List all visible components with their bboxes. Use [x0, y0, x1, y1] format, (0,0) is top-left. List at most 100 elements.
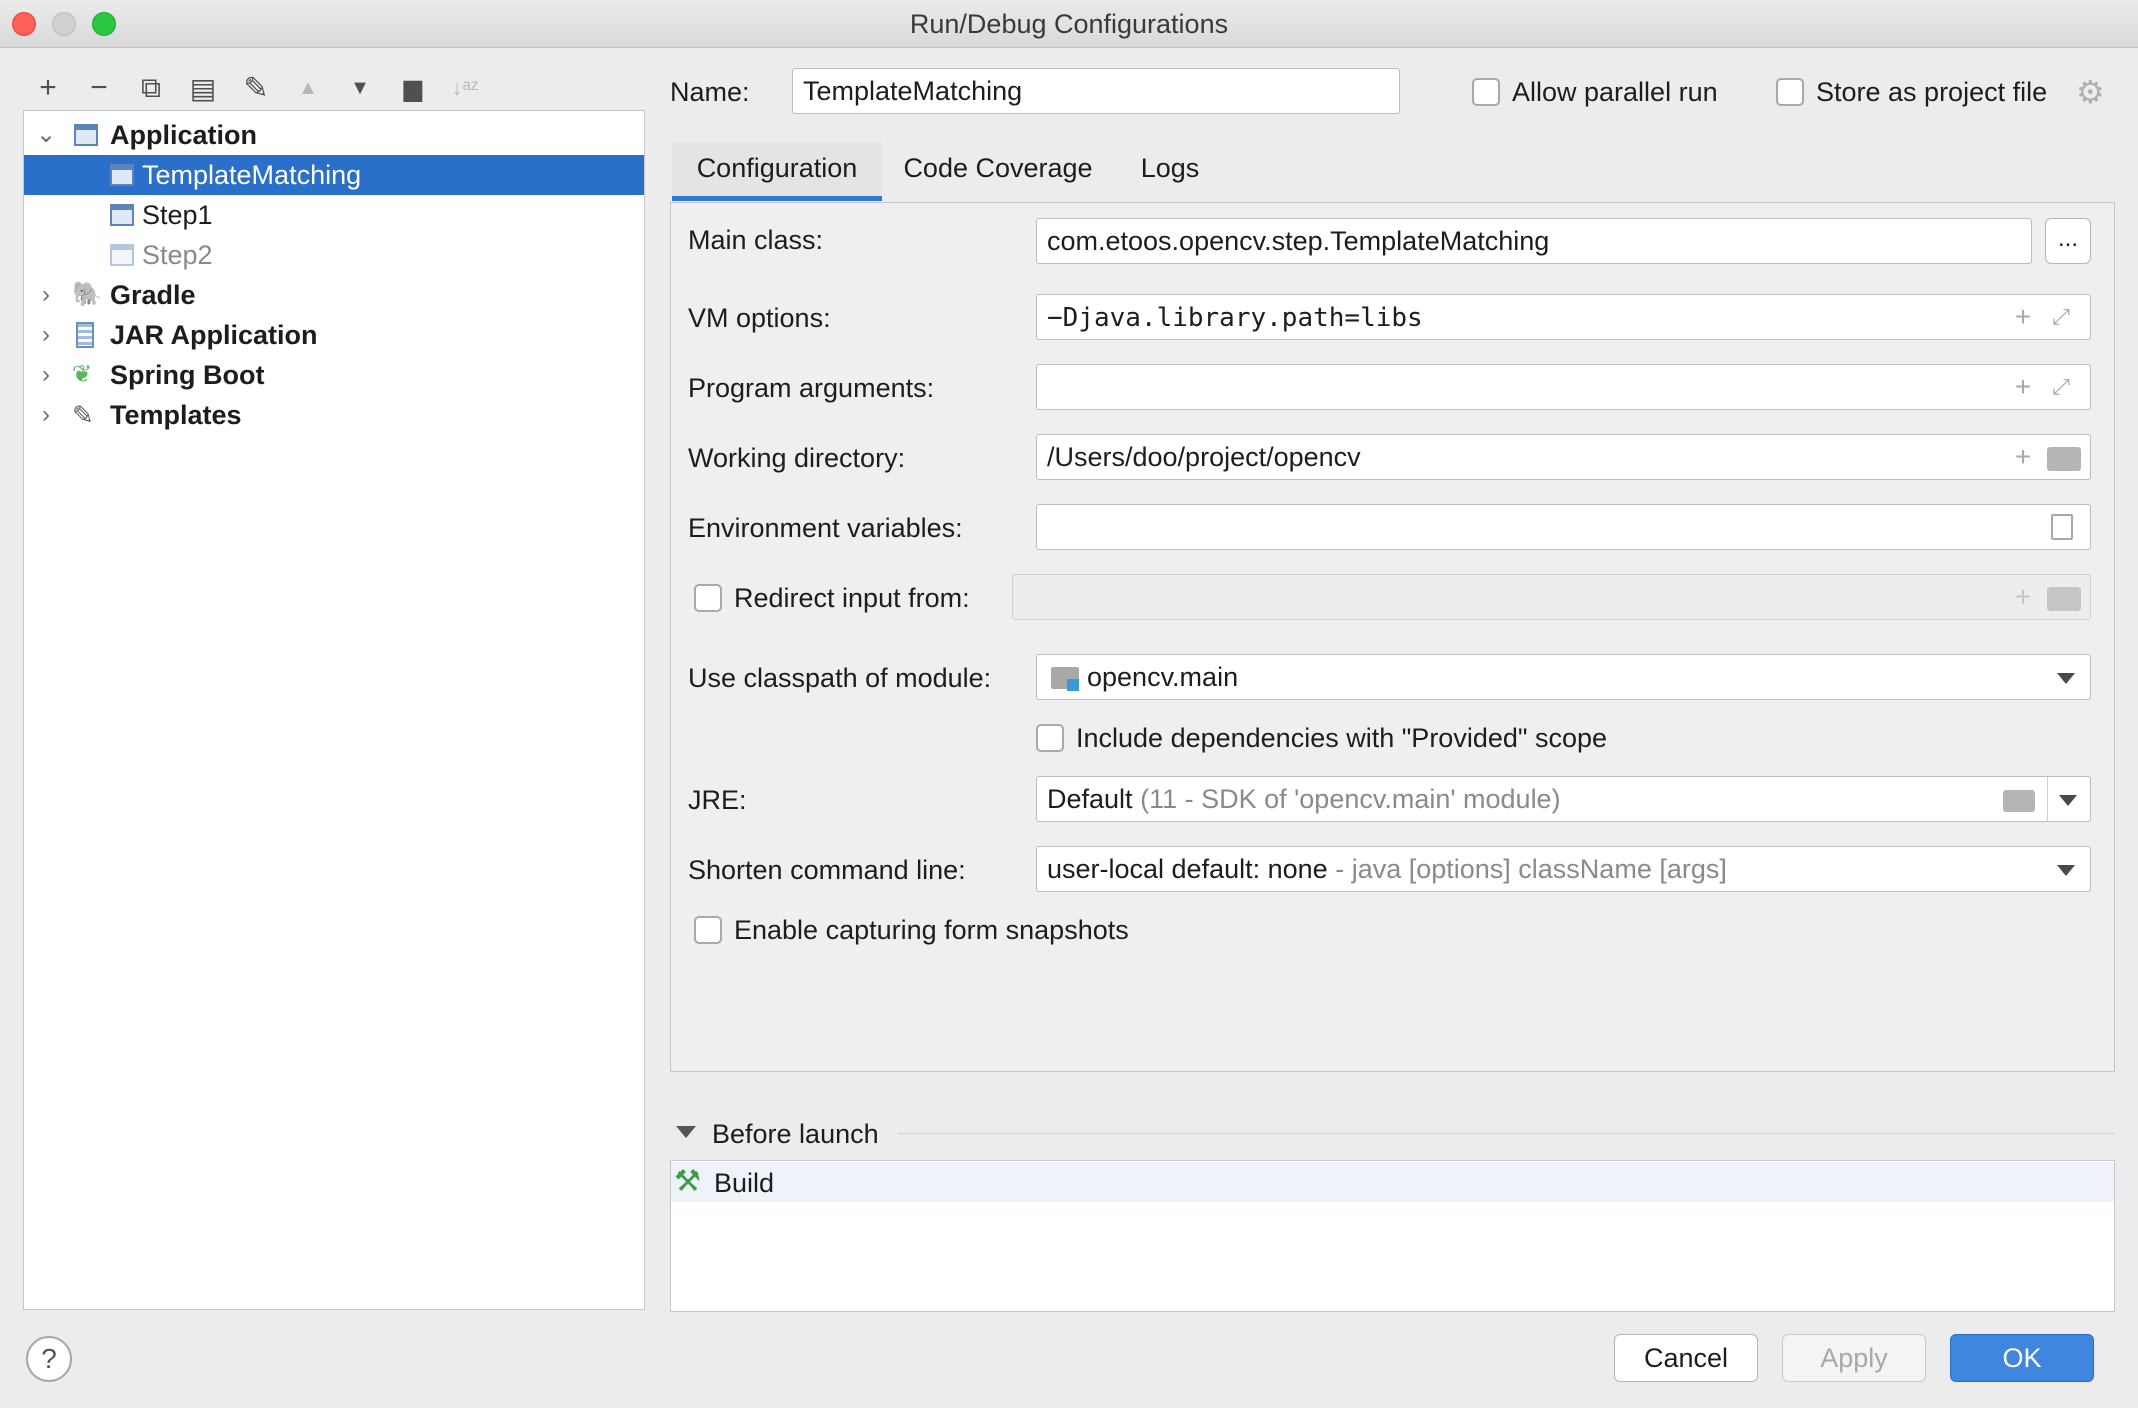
- tree-label: Gradle: [110, 280, 196, 310]
- program-arguments-field[interactable]: + ⤢: [1036, 364, 2091, 410]
- tab-code-coverage[interactable]: Code Coverage: [890, 142, 1106, 200]
- plus-icon[interactable]: +: [2009, 303, 2037, 331]
- wrench-icon: ✎: [72, 400, 94, 430]
- apply-button[interactable]: Apply: [1782, 1334, 1926, 1382]
- vm-options-field[interactable]: −Djava.library.path=libs + ⤢: [1036, 294, 2091, 340]
- tree-node-templates[interactable]: › ✎ Templates: [24, 395, 644, 435]
- main-class-label: Main class:: [688, 225, 824, 255]
- main-class-input[interactable]: com.etoos.opencv.step.TemplateMatching: [1036, 218, 2032, 264]
- tree-node-step2[interactable]: Step2: [24, 235, 644, 275]
- application-icon: [110, 244, 134, 266]
- chevron-right-icon[interactable]: ›: [34, 395, 58, 435]
- sort-icon[interactable]: ↓ᵃᶻ: [445, 68, 485, 108]
- plus-icon[interactable]: +: [2009, 583, 2037, 611]
- build-task-label: Build: [714, 1168, 775, 1198]
- plus-icon[interactable]: +: [2009, 373, 2037, 401]
- jre-hint: (11 - SDK of 'opencv.main' module): [1140, 784, 1561, 814]
- store-project-checkbox[interactable]: [1776, 78, 1804, 106]
- application-icon: [110, 164, 134, 186]
- vm-options-label: VM options:: [688, 303, 831, 333]
- allow-parallel-label: Allow parallel run: [1512, 77, 1718, 107]
- tree-node-spring-boot[interactable]: › ❦ Spring Boot: [24, 355, 644, 395]
- form-snapshots-label: Enable capturing form snapshots: [734, 915, 1129, 945]
- jre-select[interactable]: Default (11 - SDK of 'opencv.main' modul…: [1036, 776, 2091, 822]
- before-launch-divider: [898, 1133, 2115, 1134]
- save-icon[interactable]: ▤: [183, 68, 223, 108]
- tree-label: Spring Boot: [110, 360, 265, 390]
- expand-icon[interactable]: ⤢: [2047, 303, 2075, 331]
- redirect-input-field[interactable]: +: [1012, 574, 2091, 620]
- folder-icon[interactable]: [2047, 447, 2081, 471]
- working-directory-field[interactable]: /Users/doo/project/opencv +: [1036, 434, 2091, 480]
- shorten-command-value: user-local default: none: [1047, 854, 1328, 884]
- folder-icon[interactable]: [2003, 790, 2035, 812]
- tree-label: Step1: [142, 200, 213, 230]
- environment-variables-field[interactable]: [1036, 504, 2091, 550]
- classpath-module-value: opencv.main: [1087, 662, 1239, 692]
- wrench-icon[interactable]: ✎: [236, 68, 276, 108]
- tree-node-templatematching[interactable]: TemplateMatching: [24, 155, 644, 195]
- shorten-command-hint: - java [options] className [args]: [1335, 854, 1727, 884]
- cancel-button[interactable]: Cancel: [1614, 1334, 1758, 1382]
- shorten-command-label: Shorten command line:: [688, 855, 966, 885]
- active-tab-indicator: [672, 196, 882, 201]
- move-down-icon[interactable]: ▼: [340, 68, 380, 108]
- chevron-down-icon[interactable]: ⌄: [34, 115, 58, 155]
- add-icon[interactable]: +: [28, 68, 68, 108]
- store-project-label: Store as project file: [1816, 77, 2048, 107]
- include-dependencies-label: Include dependencies with "Provided" sco…: [1076, 723, 1608, 753]
- jre-divider: [2047, 777, 2048, 821]
- working-directory-input[interactable]: /Users/doo/project/opencv: [1047, 442, 1361, 472]
- copy-icon[interactable]: ⧉: [131, 68, 171, 108]
- include-dependencies-checkbox[interactable]: [1036, 724, 1064, 752]
- gradle-icon: 🐘: [72, 281, 102, 308]
- application-icon: [74, 124, 98, 146]
- remove-icon[interactable]: −: [79, 68, 119, 108]
- module-badge-icon: [1067, 679, 1079, 691]
- redirect-input-checkbox[interactable]: [694, 584, 722, 612]
- chevron-right-icon[interactable]: ›: [34, 355, 58, 395]
- form-snapshots-checkbox[interactable]: [694, 916, 722, 944]
- expand-icon[interactable]: ⤢: [2047, 373, 2075, 401]
- shorten-command-select[interactable]: user-local default: none - java [options…: [1036, 846, 2091, 892]
- folder-add-icon[interactable]: ▆: [393, 68, 433, 108]
- document-icon[interactable]: [2051, 514, 2073, 540]
- allow-parallel-checkbox[interactable]: [1472, 78, 1500, 106]
- tab-configuration[interactable]: Configuration: [672, 142, 882, 200]
- ok-button[interactable]: OK: [1950, 1334, 2094, 1382]
- vm-options-input[interactable]: −Djava.library.path=libs: [1047, 303, 1423, 333]
- chevron-down-icon[interactable]: [2057, 673, 2075, 684]
- application-icon: [110, 204, 134, 226]
- list-item[interactable]: [671, 1162, 2114, 1202]
- collapse-triangle-icon[interactable]: [676, 1126, 696, 1138]
- program-arguments-label: Program arguments:: [688, 373, 935, 403]
- tree-label: TemplateMatching: [142, 160, 362, 190]
- tab-logs[interactable]: Logs: [1120, 142, 1220, 200]
- plus-icon[interactable]: +: [2009, 443, 2037, 471]
- browse-main-class-button[interactable]: ...: [2045, 218, 2091, 264]
- tree-node-step1[interactable]: Step1: [24, 195, 644, 235]
- chevron-right-icon[interactable]: ›: [34, 275, 58, 315]
- chevron-down-icon[interactable]: [2057, 865, 2075, 876]
- gear-icon[interactable]: ⚙: [2076, 76, 2105, 108]
- before-launch-title: Before launch: [712, 1119, 879, 1149]
- chevron-right-icon[interactable]: ›: [34, 315, 58, 355]
- name-input[interactable]: TemplateMatching: [792, 68, 1400, 114]
- tree-node-application[interactable]: ⌄ Application: [24, 115, 644, 155]
- tree-node-jar-application[interactable]: › JAR Application: [24, 315, 644, 355]
- jre-value: Default: [1047, 784, 1133, 814]
- configuration-tree[interactable]: ⌄ Application TemplateMatching Step1 Ste…: [23, 110, 645, 1310]
- tree-label: Application: [110, 120, 257, 150]
- folder-icon[interactable]: [2047, 587, 2081, 611]
- working-directory-label: Working directory:: [688, 443, 906, 473]
- classpath-module-select[interactable]: opencv.main: [1036, 654, 2091, 700]
- move-up-icon[interactable]: ▲: [288, 68, 328, 108]
- build-hammer-icon: ⚒: [674, 1165, 701, 1198]
- tree-label: Templates: [110, 400, 242, 430]
- classpath-module-label: Use classpath of module:: [688, 663, 992, 693]
- environment-variables-label: Environment variables:: [688, 513, 963, 543]
- chevron-down-icon[interactable]: [2059, 795, 2077, 806]
- jar-icon: [76, 322, 94, 348]
- tree-node-gradle[interactable]: › 🐘 Gradle: [24, 275, 644, 315]
- help-button[interactable]: ?: [26, 1336, 72, 1382]
